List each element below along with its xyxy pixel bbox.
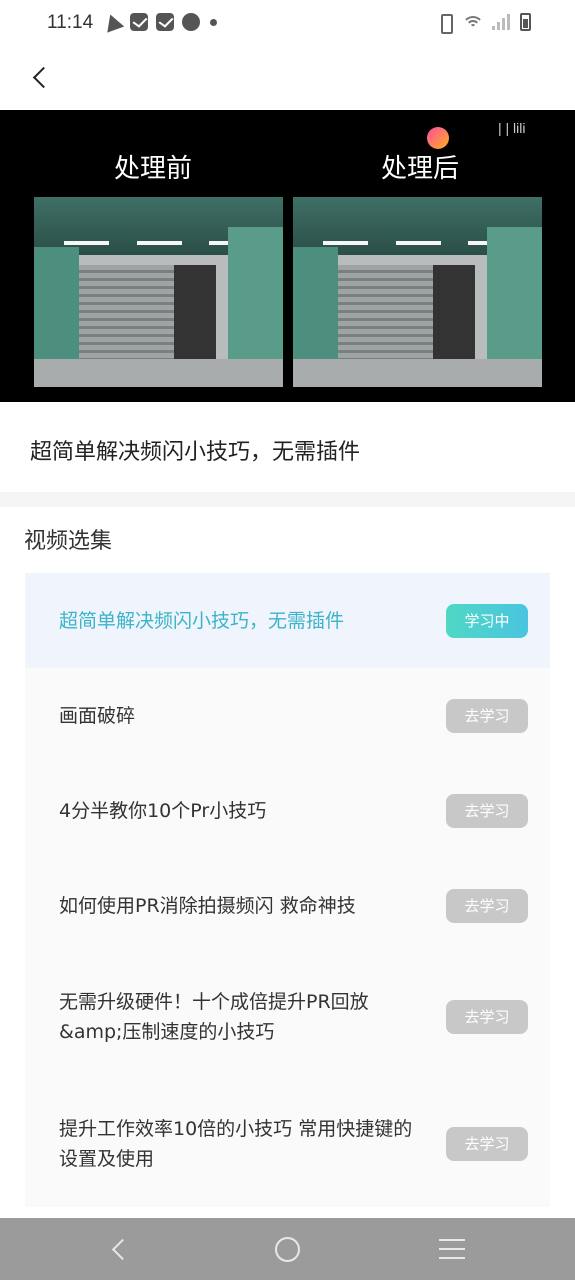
frame-after-image — [293, 197, 542, 387]
episode-title: 如何使用PR消除拍摄频闪 救命神技 — [59, 894, 356, 917]
frame-before-image — [34, 197, 283, 387]
notification-icons — [101, 11, 217, 33]
dot-icon — [210, 18, 217, 26]
nav-menu-icon[interactable] — [439, 1239, 465, 1259]
episode-title: 无需升级硬件！十个成倍提升PR回放&amp;压制速度的小技巧 — [59, 990, 369, 1043]
episode-title: 4分半教你10个Pr小技巧 — [59, 799, 267, 822]
back-button[interactable] — [26, 62, 54, 94]
video-title: 超简单解决频闪小技巧，无需插件 — [30, 440, 361, 465]
telegram-icon — [101, 11, 125, 33]
episode-title: 超简单解决频闪小技巧，无需插件 — [59, 609, 345, 632]
system-icons — [436, 13, 531, 34]
studying-button[interactable]: 学习中 — [446, 603, 528, 638]
video-title-section: 超简单解决频闪小技巧，无需插件 — [0, 402, 575, 492]
system-nav-bar — [0, 1218, 575, 1280]
go-study-button[interactable]: 去学习 — [446, 1126, 528, 1161]
label-after: 处理后 — [380, 154, 459, 184]
go-study-button[interactable]: 去学习 — [446, 793, 528, 828]
section-divider — [0, 492, 575, 507]
episode-item[interactable]: 无需升级硬件！十个成倍提升PR回放&amp;压制速度的小技巧 去学习 — [25, 953, 550, 1080]
nav-back-icon[interactable] — [105, 1234, 135, 1264]
episode-list: 超简单解决频闪小技巧，无需插件 学习中 画面破碎 去学习 4分半教你10个Pr小… — [25, 573, 550, 1207]
episode-item[interactable]: 4分半教你10个Pr小技巧 去学习 — [25, 763, 550, 858]
episode-title: 提升工作效率10倍的小技巧 常用快捷键的设置及使用 — [59, 1117, 413, 1170]
video-player[interactable]: | | lili 处理前 处理后 — [0, 110, 575, 402]
label-before: 处理前 — [113, 154, 192, 184]
episode-heading: 视频选集 — [24, 529, 113, 554]
status-bar: 11:14 — [0, 0, 575, 48]
go-study-button[interactable]: 去学习 — [446, 888, 528, 923]
episode-section: 视频选集 超简单解决频闪小技巧，无需插件 学习中 画面破碎 去学习 4分半教你1… — [0, 507, 575, 1217]
episode-item[interactable]: 超简单解决频闪小技巧，无需插件 学习中 — [25, 573, 550, 668]
mail-icon — [156, 13, 174, 31]
app-logo-icon — [427, 127, 449, 149]
episode-item[interactable]: 如何使用PR消除拍摄频闪 救命神技 去学习 — [25, 858, 550, 953]
mail-icon — [130, 13, 148, 31]
signal-icon — [492, 14, 510, 30]
battery-icon — [520, 13, 531, 31]
episode-item[interactable]: 提升工作效率10倍的小技巧 常用快捷键的设置及使用 去学习 — [25, 1080, 550, 1207]
app-bar — [0, 48, 575, 110]
status-time: 11:14 — [47, 12, 94, 33]
speed-icon — [182, 13, 200, 31]
vibrate-icon — [436, 13, 454, 34]
go-study-button[interactable]: 去学习 — [446, 698, 528, 733]
video-watermark: | | lili — [498, 120, 526, 136]
nav-home-icon[interactable] — [275, 1237, 300, 1262]
wifi-icon — [464, 14, 482, 30]
go-study-button[interactable]: 去学习 — [446, 999, 528, 1034]
episode-title: 画面破碎 — [59, 704, 136, 727]
episode-item[interactable]: 画面破碎 去学习 — [25, 668, 550, 763]
